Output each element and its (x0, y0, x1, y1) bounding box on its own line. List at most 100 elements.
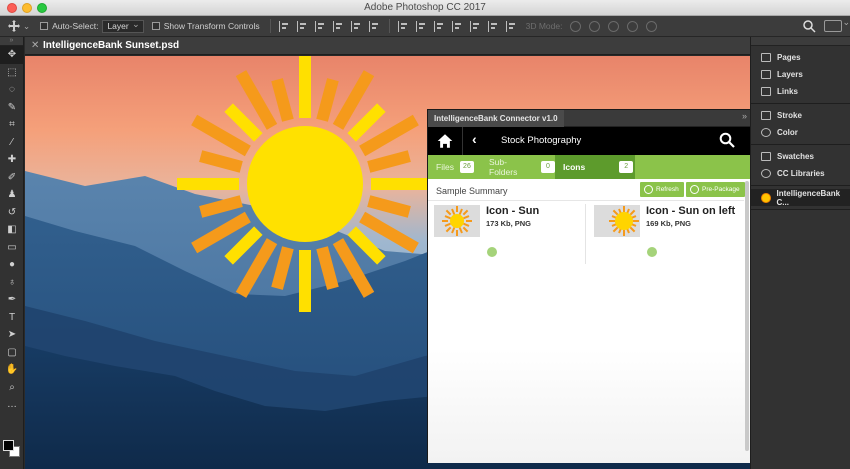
3d-scale-icon[interactable] (646, 20, 658, 32)
3d-slide-icon[interactable] (627, 20, 639, 32)
collapse-panel-icon[interactable]: » (742, 111, 747, 121)
dock-group: Swatches CC Libraries (751, 145, 850, 186)
pre-package-button[interactable]: Pre-Package (686, 182, 745, 197)
brush-tool-icon[interactable]: ✐ (0, 169, 24, 187)
panel-label: Pages (777, 53, 801, 62)
lasso-tool-icon[interactable]: ◌ (0, 81, 24, 99)
connector-nav-bar: ‹ Stock Photography (428, 127, 751, 155)
auto-select-checkbox[interactable] (40, 22, 49, 30)
sun-ray (299, 56, 311, 118)
layers-icon (761, 70, 771, 79)
align-bottom-icon[interactable] (314, 20, 325, 32)
clone-stamp-tool-icon[interactable]: ♟ (0, 186, 24, 204)
distribute-vertical-center-icon[interactable] (415, 20, 426, 32)
panel-pages[interactable]: Pages (751, 49, 850, 66)
asset-title: Icon - Sun (486, 205, 540, 217)
distribute-top-icon[interactable] (397, 20, 408, 32)
pre-package-button-label: Pre-Package (702, 186, 740, 193)
tab-sub-folders[interactable]: Sub-Folders 0 (481, 155, 555, 179)
auto-select-dropdown[interactable]: Layer (102, 19, 144, 33)
panel-cc-libraries[interactable]: CC Libraries (751, 165, 850, 182)
3d-pan-icon[interactable] (608, 20, 620, 32)
sun-ray (623, 206, 625, 212)
marquee-tool-icon[interactable]: ⬚ (0, 64, 24, 82)
distribute-horizontal-center-icon[interactable] (469, 20, 480, 32)
panel-links[interactable]: Links (751, 83, 850, 100)
foreground-color-swatch[interactable] (3, 440, 14, 451)
panel-color[interactable]: Color (751, 124, 850, 141)
asset-card[interactable]: Icon - Sun 173 Kb, PNG (430, 203, 584, 265)
show-transform-checkbox[interactable] (151, 22, 160, 30)
distribute-right-icon[interactable] (487, 20, 498, 32)
asset-list-scrollbar[interactable] (745, 181, 749, 451)
asset-meta: 173 Kb, PNG (486, 219, 532, 228)
align-horizontal-center-icon[interactable] (350, 20, 361, 32)
card-divider (585, 204, 586, 264)
distribute-bottom-icon[interactable] (433, 20, 444, 32)
eyedropper-tool-icon[interactable]: ⁄ (0, 134, 24, 152)
tab-files[interactable]: Files 26 (428, 155, 481, 179)
blur-tool-icon[interactable]: ● (0, 256, 24, 274)
connector-panel-tab[interactable]: IntelligenceBank Connector v1.0 (428, 110, 564, 127)
asset-thumbnail (594, 205, 640, 237)
sun-ray (463, 222, 470, 227)
dock-header[interactable] (751, 37, 850, 46)
close-document-icon[interactable]: ✕ (31, 40, 39, 51)
auto-select-label: Auto-Select: (52, 21, 99, 31)
pen-tool-icon[interactable]: ✒ (0, 291, 24, 309)
eraser-tool-icon[interactable]: ◧ (0, 221, 24, 239)
folder-title: Stock Photography (501, 135, 582, 146)
align-left-icon[interactable] (332, 20, 343, 32)
search-icon[interactable] (719, 132, 735, 148)
options-divider (388, 19, 390, 33)
quick-selection-tool-icon[interactable]: ✎ (0, 99, 24, 117)
refresh-button[interactable]: Refresh (640, 182, 684, 197)
zoom-tool-icon[interactable]: ⌕ (0, 379, 24, 397)
options-divider (269, 19, 271, 33)
add-asset-icon[interactable] (487, 247, 497, 257)
sun-ray (633, 220, 639, 222)
panel-intelligencebank[interactable]: IntelligenceBank C... (751, 189, 850, 207)
align-top-icon[interactable] (278, 20, 289, 32)
hand-tool-icon[interactable]: ✋ (0, 361, 24, 379)
panel-layers[interactable]: Layers (751, 66, 850, 83)
move-tool-preset[interactable]: ⌄ (8, 20, 30, 32)
distribute-left-icon[interactable] (451, 20, 462, 32)
sun-ray (458, 208, 463, 215)
sun-ray (462, 226, 469, 233)
align-right-icon[interactable] (368, 20, 379, 32)
document-tab[interactable]: ✕ IntelligenceBank Sunset.psd (25, 37, 750, 55)
panel-stroke[interactable]: Stroke (751, 107, 850, 124)
links-icon (761, 87, 771, 96)
align-vertical-center-icon[interactable] (296, 20, 307, 32)
edit-toolbar-icon[interactable]: … (0, 396, 24, 414)
add-asset-icon[interactable] (647, 247, 657, 257)
tools-panel-header[interactable]: » (0, 37, 23, 46)
crop-tool-icon[interactable]: ⌗ (0, 116, 24, 134)
dodge-tool-icon[interactable]: ♁ (0, 274, 24, 292)
rectangle-tool-icon[interactable]: ▢ (0, 344, 24, 362)
healing-brush-tool-icon[interactable]: ✚ (0, 151, 24, 169)
home-icon[interactable] (428, 127, 463, 155)
connector-tabs: Files 26 Sub-Folders 0 Icons 2 (428, 155, 751, 179)
refresh-icon (644, 185, 653, 194)
move-tool-icon[interactable]: ✥ (0, 46, 24, 64)
sun-ray (445, 209, 452, 216)
back-chevron-icon[interactable]: ‹ (472, 131, 477, 147)
pages-icon (761, 53, 771, 62)
panel-swatches[interactable]: Swatches (751, 148, 850, 165)
sun-ray (612, 209, 619, 216)
auto-align-icon[interactable] (505, 20, 516, 32)
3d-roll-icon[interactable] (589, 20, 601, 32)
gradient-tool-icon[interactable]: ▭ (0, 239, 24, 257)
tools-panel: » ✥ ⬚ ◌ ✎ ⌗ ⁄ ✚ ✐ ♟ ↺ ◧ ▭ ● ♁ ✒ T ➤ ▢ ✋ … (0, 37, 24, 469)
history-brush-tool-icon[interactable]: ↺ (0, 204, 24, 222)
search-icon[interactable] (802, 19, 816, 33)
asset-card[interactable]: Icon - Sun on left 169 Kb, PNG (590, 203, 744, 265)
sun-ray (609, 220, 615, 222)
workspace-switcher-button[interactable] (824, 17, 850, 32)
3d-rotate-icon[interactable] (570, 20, 582, 32)
tab-icons[interactable]: Icons 2 (555, 155, 635, 179)
path-selection-tool-icon[interactable]: ➤ (0, 326, 24, 344)
type-tool-icon[interactable]: T (0, 309, 24, 327)
